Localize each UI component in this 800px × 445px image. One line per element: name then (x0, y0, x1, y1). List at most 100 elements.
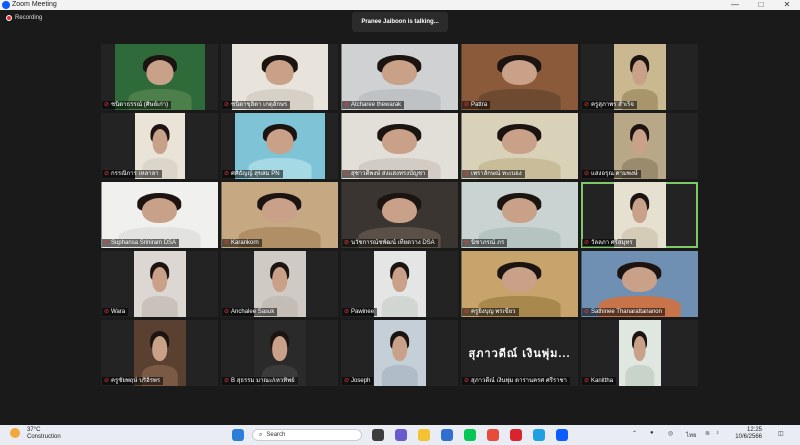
participant-name-label: ⊘ Suphansa Sriniram DSA (102, 239, 180, 247)
mic-muted-icon: ⊘ (344, 102, 350, 108)
file-explorer-icon[interactable] (418, 429, 430, 441)
participant-video (373, 251, 426, 317)
participant-name: วัลลภา ศรีสมุทร (591, 240, 633, 246)
participant-tile[interactable]: ⊘ ครูยิ่งบุญ พรเขียว (461, 251, 578, 317)
teams-icon[interactable] (395, 429, 407, 441)
zoom-app-icon[interactable] (556, 429, 568, 441)
participant-tile[interactable]: ⊘ ชนิดาธรรณ์ (ศิษย์เก่า) (101, 44, 218, 110)
mic-muted-icon: ⊘ (584, 102, 590, 108)
weather-widget[interactable]: 37°C Construction (27, 427, 61, 441)
mic-muted-icon: ⊘ (344, 240, 350, 246)
search-icon: ⌕ (259, 431, 263, 438)
participant-tile[interactable]: ⊘ ศศิธัญญ์ สุขสม PN (221, 113, 338, 179)
clock-date: 10/6/2566 (735, 434, 762, 440)
mic-muted-icon: ⊘ (104, 171, 110, 177)
participant-name-label: ⊘ Kanittha (582, 377, 617, 385)
participant-name: ครูสุภาพร สำเร็จ (591, 102, 634, 108)
participant-tile[interactable]: ⊘ ครูสุภาพร สำเร็จ (581, 44, 698, 110)
participant-name-label: ⊘ แสงอรุณ คามพงษ์ (582, 170, 641, 178)
participant-name-label: ⊘ เพราลักษณ์ ทะเบอง (462, 170, 525, 178)
participant-tile[interactable]: ⊘ Suphansa Sriniram DSA (101, 182, 218, 248)
participant-name: Wara (111, 309, 126, 315)
participant-name-label: ⊘ Sathinee Thanarattananon (582, 308, 665, 316)
participant-tile[interactable]: ⊘ Karankorn (221, 182, 338, 248)
language-indicator[interactable]: ไทย (686, 430, 697, 440)
participant-name-label: ⊘ Karankorn (222, 239, 262, 247)
participant-name: Pattra (471, 102, 488, 108)
participant-name: Karankorn (231, 240, 259, 246)
participant-tile[interactable]: ⊘ แสงอรุณ คามพงษ์ (581, 113, 698, 179)
search-placeholder: Search (266, 432, 286, 438)
tray-zoom-icon[interactable]: ◎ (668, 430, 673, 437)
participant-name-label: ⊘ Wara (102, 308, 129, 316)
mic-muted-icon: ⊘ (344, 171, 350, 177)
windows-start-icon[interactable] (232, 429, 244, 441)
mic-muted-icon: ⊘ (224, 171, 230, 177)
participant-name: Kanittha (591, 378, 614, 384)
participant-gallery: ⊘ ชนิดาธรรณ์ (ศิษย์เก่า) ⊘ ชนิดาชุลิดา เกตุ… (101, 44, 698, 387)
participant-name-label: ⊘ ชนิดาธรรณ์ (ศิษย์เก่า) (102, 101, 172, 109)
participant-display-name: สุภาวดีณ์ เงินพุ่ม... (468, 348, 571, 360)
participant-tile[interactable]: ⊘ Sathinee Thanarattananon (581, 251, 698, 317)
participant-name-label: ⊘ ครูชัยพฤษ์ บริอิรพร (102, 377, 164, 385)
weather-icon[interactable] (10, 428, 20, 438)
participant-video (373, 320, 426, 386)
participant-name-label: ⊘ B สุธรรม มาณะ/เหวทิพย์ (222, 377, 298, 385)
participant-name: กรรณิการ เหลาลา (111, 171, 159, 177)
tray-app-icon[interactable]: ● (650, 430, 654, 436)
participant-name: ชนิดาธรรณ์ (ศิษย์เก่า) (111, 102, 169, 108)
participant-name: สุชาวดีพงษ์ ส่งแสงทรงบัญชา (351, 171, 426, 177)
chrome-icon[interactable] (487, 429, 499, 441)
participant-tile[interactable]: ⊘ ชนิดาชุลิดา เกตุอักษร (221, 44, 338, 110)
participant-tile[interactable]: ⊘ Joseph (341, 320, 458, 386)
participant-name-label: ⊘ วัลลภา ศรีสมุทร (582, 239, 636, 247)
photos-icon[interactable] (533, 429, 545, 441)
participant-name: Joseph (351, 378, 371, 384)
participant-tile[interactable]: ⊘ Kanittha (581, 320, 698, 386)
speaker-icon[interactable]: ♪ (716, 430, 719, 436)
participant-name: B สุธรรม มาณะ/เหวทิพย์ (231, 378, 295, 384)
taskbar-clock[interactable]: 12:25 10/6/2566 (726, 427, 762, 441)
participant-tile[interactable]: ⊘ Pawinee (341, 251, 458, 317)
recording-label: Recording (15, 15, 43, 21)
participant-name-label: ⊘ Anchalee Sasuk (222, 308, 278, 316)
close-button[interactable]: ✕ (778, 0, 796, 10)
participant-name: เพราลักษณ์ ทะเบอง (471, 171, 522, 177)
participant-video (618, 320, 661, 386)
mic-muted-icon: ⊘ (224, 378, 230, 384)
maximize-button[interactable]: □ (752, 0, 770, 10)
mic-muted-icon: ⊘ (344, 309, 350, 315)
mic-muted-icon: ⊘ (464, 240, 470, 246)
participant-name: Anchalee Sasuk (231, 309, 275, 315)
recording-indicator[interactable]: Recording (6, 15, 42, 21)
participant-name-label: ⊘ Atcharee thewarak (342, 101, 405, 109)
participant-tile[interactable]: ⊘ สุชาวดีพงษ์ ส่งแสงทรงบัญชา (341, 113, 458, 179)
participant-name: ศศิธัญญ์ สุขสม PN (231, 171, 280, 177)
task-view-icon[interactable] (372, 429, 384, 441)
record-icon (6, 15, 12, 21)
participant-tile[interactable]: ⊘ Wara (101, 251, 218, 317)
word-icon[interactable] (441, 429, 453, 441)
participant-tile[interactable]: ⊘ Pattra (461, 44, 578, 110)
participant-tile[interactable]: สุภาวดีณ์ เงินพุ่ม... ⊘ สุภาวดีณ์ เงินพุ่ม… (461, 320, 578, 386)
participant-tile[interactable]: ⊘ นวัชการณ์ชพัฒน์ เทียดวาง DSA (341, 182, 458, 248)
participant-tile[interactable]: ⊘ วัลลภา ศรีสมุทร (581, 182, 698, 248)
tray-overflow-icon[interactable]: ⌃ (632, 430, 637, 437)
participant-tile[interactable]: ⊘ กรรณิการ เหลาลา (101, 113, 218, 179)
window-titlebar: Zoom Meeting — □ ✕ (0, 0, 800, 10)
participant-tile[interactable]: ⊘ Atcharee thewarak (341, 44, 458, 110)
acrobat-icon[interactable] (510, 429, 522, 441)
participant-name-label: ⊘ ครูยิ่งบุญ พรเขียว (462, 308, 519, 316)
participant-tile[interactable]: ⊘ เพราลักษณ์ ทะเบอง (461, 113, 578, 179)
participant-name: ครูยิ่งบุญ พรเขียว (471, 309, 516, 315)
temperature: 37°C (27, 427, 41, 433)
participant-tile[interactable]: ⊘ ครูชัยพฤษ์ บริอิรพร (101, 320, 218, 386)
wifi-icon[interactable]: ≋ (705, 430, 710, 437)
minimize-button[interactable]: — (726, 0, 744, 10)
participant-tile[interactable]: ⊘ Anchalee Sasuk (221, 251, 338, 317)
participant-tile[interactable]: ⊘ B สุธรรม มาณะ/เหวทิพย์ (221, 320, 338, 386)
line-icon[interactable] (464, 429, 476, 441)
taskbar-search[interactable]: ⌕ Search (252, 429, 362, 441)
participant-tile[interactable]: ⊘ นิชาภรณ์ ภร (461, 182, 578, 248)
notification-icon[interactable]: ◫ (778, 430, 784, 437)
